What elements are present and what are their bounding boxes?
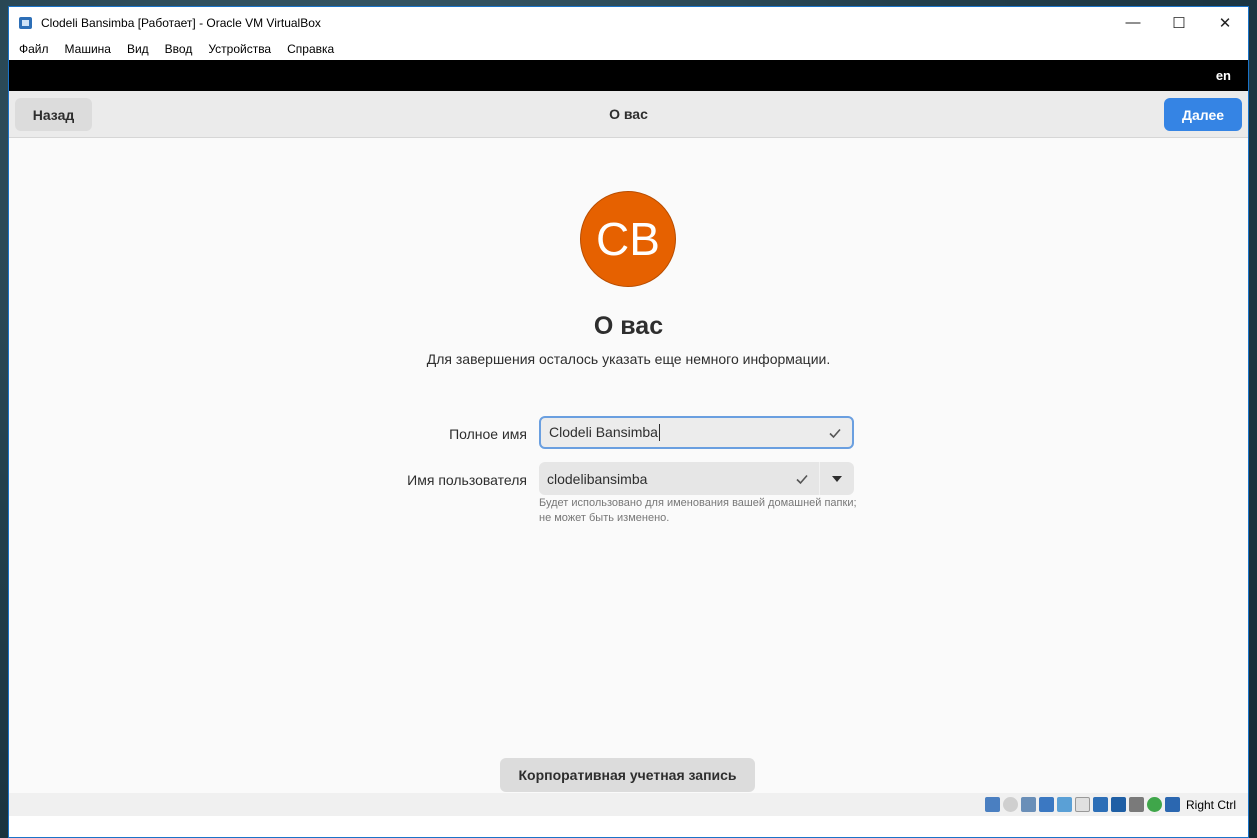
audio-icon[interactable] [1020,797,1036,812]
menu-file[interactable]: Файл [11,42,57,56]
menu-view[interactable]: Вид [119,42,157,56]
menu-devices[interactable]: Устройства [200,42,279,56]
maximize-button[interactable]: ☐ [1156,7,1202,38]
checkmark-icon [818,418,852,447]
fullname-field[interactable]: Clodeli Bansimba [539,416,854,449]
user-avatar[interactable]: CB [580,191,676,287]
video-capture-icon[interactable] [1110,797,1126,812]
keyboard-layout-indicator[interactable]: en [1216,68,1231,83]
guest-screen: en Назад О вас Далее CB О вас Для заверш… [9,60,1248,816]
page-subtitle: Для завершения осталось указать еще немн… [426,351,831,367]
virtualbox-window: Clodeli Bansimba [Работает] - Oracle VM … [8,6,1249,838]
shared-folder-icon[interactable] [1074,797,1090,812]
setup-headerbar: Назад О вас Далее [9,91,1248,138]
enterprise-login-button[interactable]: Корпоративная учетная запись [500,758,755,792]
username-combo[interactable]: clodelibansimba [539,462,854,495]
hard-disk-icon[interactable] [984,797,1000,812]
text-caret [658,424,660,442]
username-hint: Будет использовано для именования вашей … [539,497,857,524]
display-icon[interactable] [1092,797,1108,812]
menu-help[interactable]: Справка [279,42,342,56]
window-title: Clodeli Bansimba [Работает] - Oracle VM … [41,15,321,30]
page-heading: О вас [593,312,664,340]
usb-icon[interactable] [1056,797,1072,812]
host-key-label: Right Ctrl [1185,797,1236,812]
guest-additions-icon[interactable] [1146,797,1162,812]
menu-machine[interactable]: Машина [57,42,119,56]
fullname-text: Clodeli Bansimba [549,423,660,442]
vbox-statusbar: Right Ctrl [9,793,1248,816]
username-dropdown-button[interactable] [819,462,854,495]
network-icon[interactable] [1038,797,1054,812]
optical-disk-icon[interactable] [1002,797,1018,812]
username-label: Имя пользователя [407,472,527,488]
virtualbox-app-icon [17,14,35,32]
menu-bar: Файл Машина Вид Ввод Устройства Справка [9,38,1248,60]
guest-top-panel: en [9,60,1248,91]
username-field[interactable]: clodelibansimba [539,471,785,487]
window-titlebar: Clodeli Bansimba [Работает] - Oracle VM … [9,7,1248,38]
virtualization-icon[interactable] [1128,797,1144,812]
chevron-down-icon [832,475,842,482]
minimize-button[interactable]: — [1110,7,1156,38]
fullname-label: Полное имя [449,426,527,442]
checkmark-icon [785,462,819,495]
next-button[interactable]: Далее [1164,98,1242,131]
menu-input[interactable]: Ввод [157,42,201,56]
close-button[interactable]: ✕ [1202,7,1248,38]
headerbar-title: О вас [609,106,648,122]
mouse-integration-icon[interactable] [1164,797,1180,812]
